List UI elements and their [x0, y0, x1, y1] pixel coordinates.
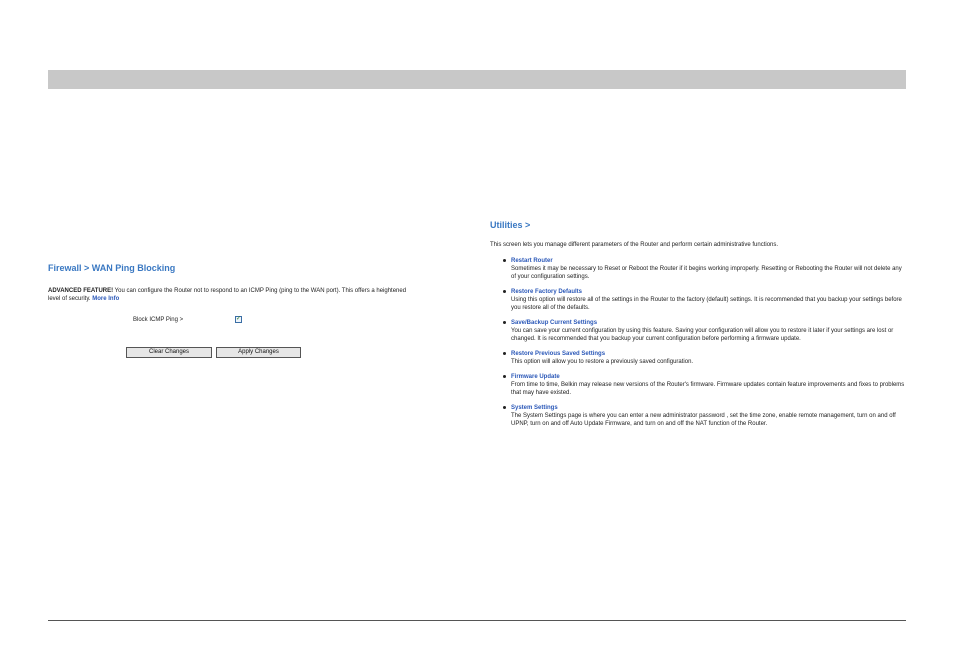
block-icmp-label: Block ICMP Ping > — [133, 317, 184, 323]
bullet-icon — [503, 321, 506, 324]
list-item: Restore Previous Saved Settings This opt… — [490, 350, 910, 366]
system-settings-link[interactable]: System Settings — [511, 404, 910, 412]
utilities-intro: This screen lets you manage different pa… — [490, 242, 779, 248]
firewall-section: Firewall > WAN Ping Blocking ADVANCED FE… — [48, 262, 408, 303]
utilities-title: Utilities > — [490, 220, 531, 230]
advanced-feature-label: ADVANCED FEATURE! — [48, 288, 114, 294]
restore-saved-settings-link[interactable]: Restore Previous Saved Settings — [511, 350, 910, 358]
list-item-description: This option will allow you to restore a … — [511, 359, 694, 365]
list-item-description: Using this option will restore all of th… — [511, 297, 902, 311]
bullet-icon — [503, 375, 506, 378]
block-icmp-checkbox[interactable]: ✓ — [235, 316, 242, 323]
firmware-update-link[interactable]: Firmware Update — [511, 373, 910, 381]
restore-factory-defaults-link[interactable]: Restore Factory Defaults — [511, 288, 910, 296]
bullet-icon — [503, 406, 506, 409]
list-item-description: The System Settings page is where you ca… — [511, 413, 896, 427]
header-bar — [48, 70, 906, 89]
firewall-title: Firewall > WAN Ping Blocking — [48, 263, 176, 273]
firewall-description: ADVANCED FEATURE! You can configure the … — [48, 287, 408, 303]
list-item: Save/Backup Current Settings You can sav… — [490, 319, 910, 343]
footer-divider — [48, 620, 906, 621]
more-info-link[interactable]: More Info — [92, 296, 119, 302]
list-item: Restore Factory Defaults Using this opti… — [490, 288, 910, 312]
utilities-section: Utilities > This screen lets you manage … — [490, 219, 910, 435]
clear-changes-button[interactable]: Clear Changes — [126, 347, 212, 358]
list-item-description: From time to time, Belkin may release ne… — [511, 382, 905, 396]
bullet-icon — [503, 259, 506, 262]
bullet-icon — [503, 290, 506, 293]
list-item: Restart Router Sometimes it may be neces… — [490, 257, 910, 281]
restart-router-link[interactable]: Restart Router — [511, 257, 910, 265]
list-item: System Settings The System Settings page… — [490, 404, 910, 428]
list-item-description: You can save your current configuration … — [511, 328, 894, 342]
save-backup-settings-link[interactable]: Save/Backup Current Settings — [511, 319, 910, 327]
utilities-list: Restart Router Sometimes it may be neces… — [490, 257, 910, 428]
list-item-description: Sometimes it may be necessary to Reset o… — [511, 266, 902, 280]
check-icon: ✓ — [236, 316, 242, 322]
list-item: Firmware Update From time to time, Belki… — [490, 373, 910, 397]
bullet-icon — [503, 352, 506, 355]
apply-changes-button[interactable]: Apply Changes — [216, 347, 301, 358]
